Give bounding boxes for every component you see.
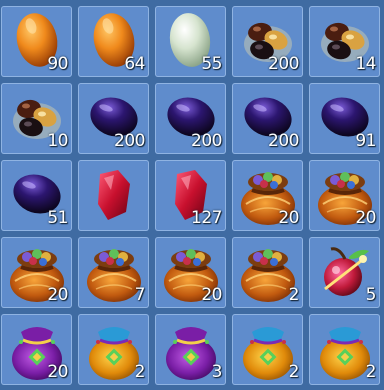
item-count: 2 [365, 362, 377, 382]
inventory-slot[interactable]: 2 [232, 314, 303, 385]
inventory-slot[interactable]: 200 [232, 83, 303, 154]
item-count: 200 [268, 131, 299, 151]
inventory-slot[interactable]: 200 [232, 6, 303, 77]
inventory-slot[interactable]: 20 [232, 160, 303, 231]
inventory-slot[interactable]: 200 [78, 83, 149, 154]
inventory-slot[interactable]: 7 [78, 237, 149, 308]
item-count: 20 [355, 208, 376, 228]
item-count: 20 [47, 285, 68, 305]
item-count: 14 [355, 54, 376, 74]
inventory-slot[interactable]: 20 [309, 160, 380, 231]
item-count: 55 [201, 54, 222, 74]
inventory-slot[interactable]: 14 [309, 6, 380, 77]
item-count: 200 [191, 131, 222, 151]
item-count: 64 [124, 54, 145, 74]
item-count: 20 [278, 208, 299, 228]
inventory-slot[interactable]: 51 [1, 160, 72, 231]
inventory-slot[interactable]: 20 [155, 237, 226, 308]
item-count: 91 [355, 131, 376, 151]
item-count: 5 [365, 285, 377, 305]
inventory-slot[interactable]: 2 [232, 237, 303, 308]
inventory-grid: 90 64 55 200 14 10 200 200 200 91 51 127… [0, 0, 384, 390]
inventory-slot[interactable]: 20 [1, 237, 72, 308]
inventory-slot[interactable]: 3 [155, 314, 226, 385]
inventory-slot[interactable]: 127 [155, 160, 226, 231]
item-count: 2 [288, 362, 300, 382]
item-count: 127 [191, 208, 222, 228]
item-count: 90 [47, 54, 68, 74]
inventory-slot[interactable] [78, 160, 149, 231]
inventory-slot[interactable]: 10 [1, 83, 72, 154]
item-count: 20 [201, 285, 222, 305]
inventory-slot[interactable]: 2 [78, 314, 149, 385]
inventory-slot[interactable]: 55 [155, 6, 226, 77]
inventory-slot[interactable]: 90 [1, 6, 72, 77]
inventory-slot[interactable]: 200 [155, 83, 226, 154]
item-count: 7 [134, 285, 146, 305]
item-count: 200 [268, 54, 299, 74]
item-count: 10 [47, 131, 68, 151]
item-count: 3 [211, 362, 223, 382]
inventory-slot[interactable]: 64 [78, 6, 149, 77]
inventory-slot[interactable]: 5 [309, 237, 380, 308]
item-count: 2 [288, 285, 300, 305]
item-count: 2 [134, 362, 146, 382]
item-count: 20 [47, 362, 68, 382]
inventory-slot[interactable]: 91 [309, 83, 380, 154]
item-count: 51 [47, 208, 68, 228]
inventory-slot[interactable]: 20 [1, 314, 72, 385]
item-count: 200 [114, 131, 145, 151]
inventory-slot[interactable]: 2 [309, 314, 380, 385]
